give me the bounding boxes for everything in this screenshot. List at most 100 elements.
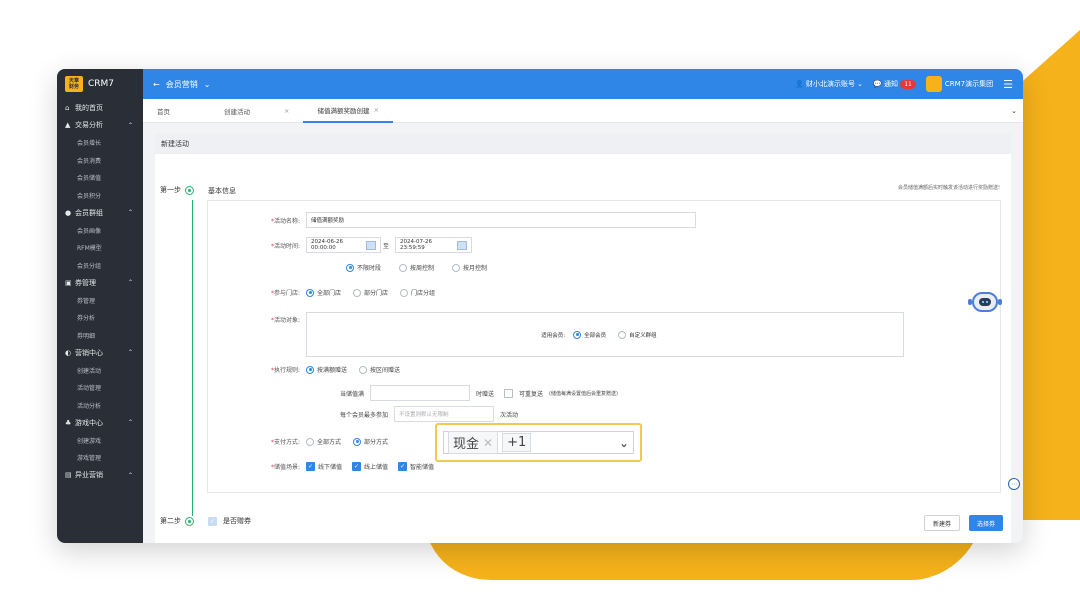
sidebar-group[interactable]: ● 会员群组 ⌃ bbox=[57, 204, 143, 222]
new-coupon-button[interactable]: 新建券 bbox=[924, 515, 961, 531]
radio-button[interactable] bbox=[400, 288, 409, 297]
step-one: 第一步 bbox=[160, 185, 194, 195]
sidebar-group[interactable]: ⌂ 我的首页 bbox=[57, 99, 143, 117]
radio-button[interactable] bbox=[306, 437, 314, 446]
threshold-input[interactable] bbox=[370, 385, 471, 401]
sidebar-item[interactable]: 券明细 bbox=[57, 327, 143, 345]
sidebar-item[interactable]: 会员积分 bbox=[57, 187, 143, 205]
more-chip: +1 bbox=[502, 433, 532, 452]
org-switcher[interactable]: CRM7演示集团 bbox=[925, 76, 993, 92]
limit-input[interactable]: 不设置则默认无限制 bbox=[394, 406, 495, 422]
sidebar-item[interactable]: 活动管理 bbox=[57, 379, 143, 397]
top-right-area: 👤 财小北演示账号 ⌄ 💬 通知 11 CRM7演示集团 ☰ bbox=[795, 76, 1023, 92]
sidebar-item[interactable]: 活动分析 bbox=[57, 397, 143, 415]
tab-home[interactable]: 首页 bbox=[143, 99, 184, 123]
radio-button[interactable] bbox=[346, 263, 354, 272]
checkbox[interactable]: ✓ bbox=[306, 462, 315, 471]
pay-option[interactable]: 部分方式 bbox=[353, 437, 388, 446]
sidebar-group[interactable]: ◐ 营销中心 ⌃ bbox=[57, 344, 143, 362]
sidebar-item[interactable]: RFM模型 bbox=[57, 239, 143, 257]
rule-option[interactable]: 按满额赠送 bbox=[306, 365, 347, 374]
radio-button[interactable] bbox=[306, 365, 314, 374]
repeat-checkbox[interactable] bbox=[504, 388, 514, 398]
pay-method-select[interactable]: 现金 ✕ +1 ⌄ bbox=[443, 431, 634, 454]
notice-button[interactable]: 💬 通知 11 bbox=[873, 79, 916, 89]
calendar-icon[interactable] bbox=[365, 240, 376, 250]
sidebar-group[interactable]: ▣ 券管理 ⌃ bbox=[57, 274, 143, 292]
sidebar-group[interactable]: ▲ 交易分析 ⌃ bbox=[57, 117, 143, 135]
period-option[interactable]: 按周控制 bbox=[399, 263, 434, 272]
start-time-input[interactable]: 2024-06-26 00:00:00 bbox=[306, 237, 381, 253]
module-nav[interactable]: ← 会员营销 ⌄ bbox=[153, 79, 210, 90]
back-arrow-icon[interactable]: ← bbox=[153, 80, 160, 89]
activity-name-input[interactable]: 储值满额奖励 bbox=[306, 212, 696, 228]
chevron-down-icon[interactable]: ⌄ bbox=[204, 80, 211, 89]
sidebar-group-label: 交易分析 bbox=[75, 121, 103, 130]
chat-icon[interactable]: ⋯ bbox=[1008, 478, 1020, 490]
chevron-up-icon: ⌃ bbox=[127, 209, 133, 217]
radio-button[interactable] bbox=[573, 330, 582, 339]
sidebar-item[interactable]: 会员分组 bbox=[57, 257, 143, 275]
scene-option[interactable]: ✓ 线上储值 bbox=[352, 462, 388, 471]
coupon-checkbox[interactable]: ✓ bbox=[208, 516, 217, 526]
radio-button[interactable] bbox=[359, 365, 368, 374]
hamburger-menu-icon[interactable]: ☰ bbox=[1003, 78, 1013, 91]
period-option[interactable]: 不限时段 bbox=[346, 263, 381, 272]
pay-option[interactable]: 全部方式 bbox=[306, 437, 341, 446]
store-option[interactable]: 部分门店 bbox=[353, 288, 388, 297]
sidebar-item[interactable]: 创建游戏 bbox=[57, 432, 143, 450]
sidebar-item[interactable]: 会员增长 bbox=[57, 134, 143, 152]
member-option[interactable]: 自定义群组 bbox=[618, 330, 657, 339]
scene-option[interactable]: ✓ 线下储值 bbox=[306, 462, 342, 471]
scene-option[interactable]: ✓ 智能储值 bbox=[398, 462, 434, 471]
top-bar: 天章 财务 CRM7 ← 会员营销 ⌄ 👤 财小北演示账号 ⌄ 💬 通知 11 C… bbox=[57, 69, 1023, 99]
select-coupon-button[interactable]: 选择券 bbox=[969, 515, 1004, 531]
sidebar-item[interactable]: 会员储值 bbox=[57, 169, 143, 187]
coupon-toggle-row: ✓ 是否赠券 bbox=[208, 516, 251, 526]
rule-option[interactable]: 按区间赠送 bbox=[359, 365, 400, 374]
tab-stored-value-reward[interactable]: 储值满额奖励创建 × bbox=[303, 99, 393, 123]
radio-button[interactable] bbox=[353, 288, 362, 297]
period-option[interactable]: 按月控制 bbox=[452, 263, 487, 272]
member-radio-group: 全部会员 自定义群组 bbox=[573, 330, 669, 339]
close-icon[interactable]: × bbox=[284, 107, 289, 115]
sidebar-item[interactable]: 会员消费 bbox=[57, 152, 143, 170]
store-option[interactable]: 门店分组 bbox=[400, 288, 435, 297]
store-radio-group: 全部门店 部分门店 门店分组 bbox=[306, 288, 447, 297]
step-indicator-icon bbox=[185, 185, 194, 195]
time-row: *活动时间: 2024-06-26 00:00:00 至 2024-07-26 … bbox=[240, 237, 473, 253]
coupon-icon: ▣ bbox=[65, 278, 72, 287]
sidebar: ⌂ 我的首页 ▲ 交易分析 ⌃ 会员增长 会员消费 会员储值 会员积分 ● 会员群组 ⌃ 会员画像 RFM… bbox=[57, 99, 143, 543]
sidebar-group[interactable]: ▤ 异业营销 ⌃ bbox=[57, 467, 143, 485]
sidebar-item[interactable]: 创建活动 bbox=[57, 362, 143, 380]
radio-button[interactable] bbox=[399, 263, 408, 272]
chevron-down-icon[interactable]: ⌄ bbox=[619, 436, 629, 450]
sidebar-item[interactable]: 券分析 bbox=[57, 309, 143, 327]
sidebar-item[interactable]: 会员画像 bbox=[57, 222, 143, 240]
assistant-robot-icon[interactable] bbox=[968, 290, 1002, 314]
checkbox[interactable]: ✓ bbox=[398, 462, 408, 471]
brand-name: CRM7 bbox=[88, 79, 115, 89]
radio-button[interactable] bbox=[618, 330, 627, 339]
end-time-input[interactable]: 2024-07-26 23:59:59 bbox=[395, 237, 473, 253]
radio-button[interactable] bbox=[452, 263, 461, 272]
member-option[interactable]: 全部会员 bbox=[573, 330, 606, 339]
remove-icon[interactable]: ✕ bbox=[483, 436, 493, 450]
account-menu[interactable]: 👤 财小北演示账号 ⌄ bbox=[795, 79, 863, 89]
radio-button[interactable] bbox=[353, 437, 362, 446]
sidebar-item[interactable]: 游戏管理 bbox=[57, 449, 143, 467]
close-icon[interactable]: × bbox=[373, 106, 378, 114]
sidebar-group[interactable]: ♣ 游戏中心 ⌃ bbox=[57, 414, 143, 432]
radio-button[interactable] bbox=[306, 288, 314, 297]
store-option[interactable]: 全部门店 bbox=[306, 288, 341, 297]
chevron-down-icon[interactable]: ⌄ bbox=[1011, 107, 1023, 115]
checkbox[interactable]: ✓ bbox=[352, 462, 362, 471]
calendar-icon[interactable] bbox=[456, 240, 468, 250]
module-title[interactable]: 会员营销 bbox=[166, 79, 198, 90]
user-icon: 👤 bbox=[795, 80, 804, 88]
tab-create-activity[interactable]: 创建活动 × bbox=[184, 99, 303, 123]
rule-radio-group: 按满额赠送 按区间赠送 bbox=[306, 365, 412, 374]
sidebar-item[interactable]: 券管理 bbox=[57, 292, 143, 310]
rule-row: *执行规则: 按满额赠送 按区间赠送 bbox=[240, 365, 412, 374]
game-icon: ♣ bbox=[65, 418, 72, 427]
